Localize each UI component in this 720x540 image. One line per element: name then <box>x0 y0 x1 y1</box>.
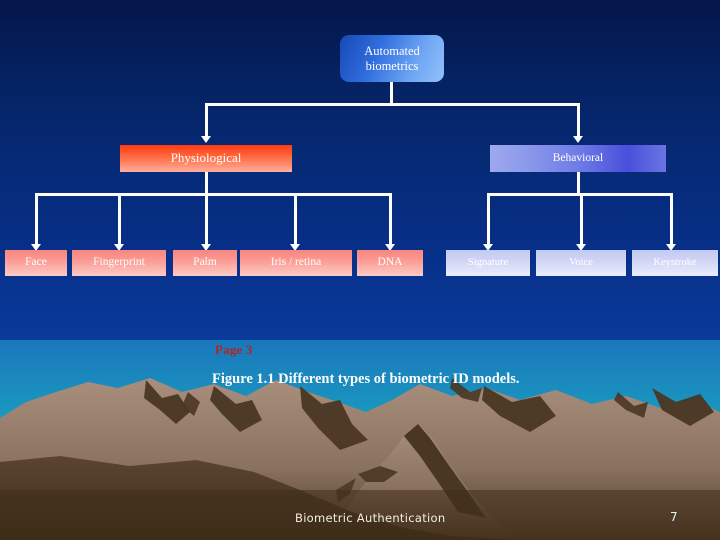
connector-physio-drop-2 <box>118 193 121 245</box>
node-leaf-fingerprint[interactable]: Fingerprint <box>72 250 166 276</box>
slide-canvas: Automated biometrics Physiological Behav… <box>0 0 720 540</box>
node-leaf-dna[interactable]: DNA <box>357 250 423 276</box>
connector-physio-drop-5 <box>389 193 392 245</box>
connector-physio-drop-4 <box>294 193 297 245</box>
node-leaf-keystroke[interactable]: Keystroke <box>632 250 718 276</box>
node-automated-biometrics-label: Automated biometrics <box>364 44 420 73</box>
connector-behav-drop-3 <box>670 193 673 245</box>
node-leaf-palm-label: Palm <box>193 256 217 269</box>
node-leaf-signature-label: Signature <box>467 256 509 268</box>
connector-physio-drop-3 <box>205 193 208 245</box>
figure-caption: Figure 1.1 Different types of biometric … <box>212 371 520 387</box>
page-mark: Page 3 <box>215 342 253 357</box>
connector-physio-drop-1 <box>35 193 38 245</box>
node-physiological-label: Physiological <box>170 150 242 166</box>
node-behavioral[interactable]: Behavioral <box>490 145 666 172</box>
connector-behav-drop-2 <box>580 193 583 245</box>
node-leaf-voice[interactable]: Voice <box>536 250 626 276</box>
node-leaf-face[interactable]: Face <box>5 250 67 276</box>
mountain-scenery <box>0 340 720 540</box>
node-leaf-dna-label: DNA <box>377 256 403 269</box>
node-leaf-signature[interactable]: Signature <box>446 250 530 276</box>
node-behavioral-label: Behavioral <box>552 151 604 164</box>
connector-physiological-bar <box>35 193 391 196</box>
footer-title: Biometric Authentication <box>295 511 446 525</box>
node-automated-biometrics[interactable]: Automated biometrics <box>340 35 444 82</box>
connector-drop-behavioral <box>577 103 580 137</box>
arrowhead-physiological <box>201 136 211 143</box>
node-leaf-fingerprint-label: Fingerprint <box>93 256 145 269</box>
connector-physiological-stem <box>205 172 208 194</box>
connector-root-bar <box>205 103 579 106</box>
node-leaf-iris-retina[interactable]: Iris / retina <box>240 250 352 276</box>
node-physiological[interactable]: Physiological <box>120 145 292 172</box>
connector-root-stem <box>390 82 393 104</box>
node-leaf-keystroke-label: Keystroke <box>653 256 697 268</box>
connector-drop-physiological <box>205 103 208 137</box>
node-leaf-face-label: Face <box>25 256 47 269</box>
node-leaf-voice-label: Voice <box>569 256 593 268</box>
connector-behavioral-stem <box>577 172 580 194</box>
footer-page-number: 7 <box>670 510 678 524</box>
arrowhead-behavioral <box>573 136 583 143</box>
connector-behav-drop-1 <box>487 193 490 245</box>
node-leaf-iris-retina-label: Iris / retina <box>270 256 322 269</box>
node-leaf-palm[interactable]: Palm <box>173 250 237 276</box>
